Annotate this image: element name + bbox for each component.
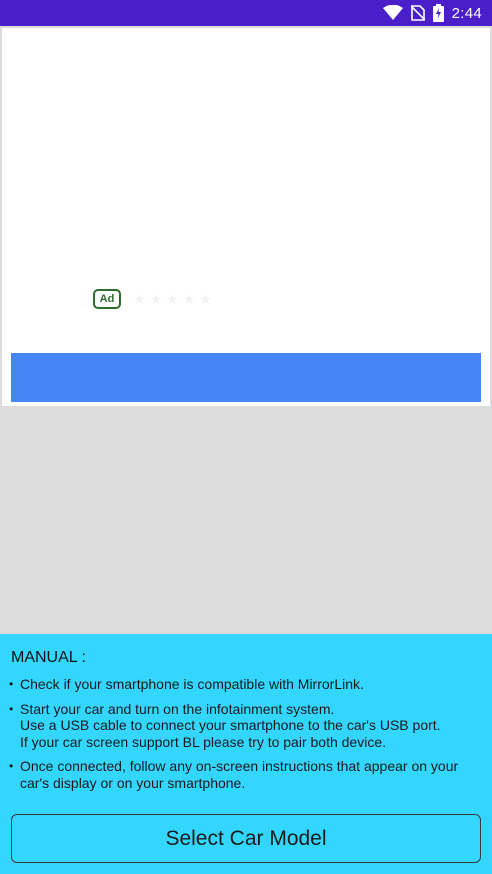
star-icon: ★ — [166, 291, 179, 307]
star-icon: ★ — [133, 291, 146, 307]
manual-list: • Check if your smartphone is compatible… — [9, 676, 479, 799]
no-sim-icon — [410, 5, 425, 21]
manual-step: Check if your smartphone is compatible w… — [20, 676, 364, 692]
manual-title: MANUAL : — [11, 649, 86, 666]
list-item: • Check if your smartphone is compatible… — [9, 676, 479, 693]
ad-badge: Ad — [93, 289, 121, 309]
select-car-model-button[interactable]: Select Car Model — [11, 814, 481, 863]
star-icon: ★ — [199, 291, 212, 307]
bullet-icon: • — [9, 701, 14, 716]
ad-banner[interactable]: Ad ★ ★ ★ ★ ★ — [2, 28, 490, 406]
bullet-icon: • — [9, 677, 14, 691]
wifi-icon — [382, 5, 403, 21]
bullet-icon: • — [9, 759, 14, 773]
battery-charging-icon — [432, 4, 444, 22]
manual-panel: MANUAL : • Check if your smartphone is c… — [0, 634, 492, 874]
manual-step: Start your car and turn on the infotainm… — [20, 700, 441, 750]
status-bar: 2:44 — [0, 0, 492, 26]
ad-rating-stars: ★ ★ ★ ★ ★ — [133, 290, 212, 308]
star-icon: ★ — [149, 291, 163, 307]
list-item: • Once connected, follow any on-screen i… — [9, 758, 479, 791]
manual-step: Once connected, follow any on-screen ins… — [20, 758, 459, 791]
list-item: • Start your car and turn on the infotai… — [9, 701, 479, 751]
star-icon: ★ — [182, 291, 196, 307]
status-time: 2:44 — [451, 4, 482, 22]
ad-cta-button[interactable] — [11, 353, 481, 402]
